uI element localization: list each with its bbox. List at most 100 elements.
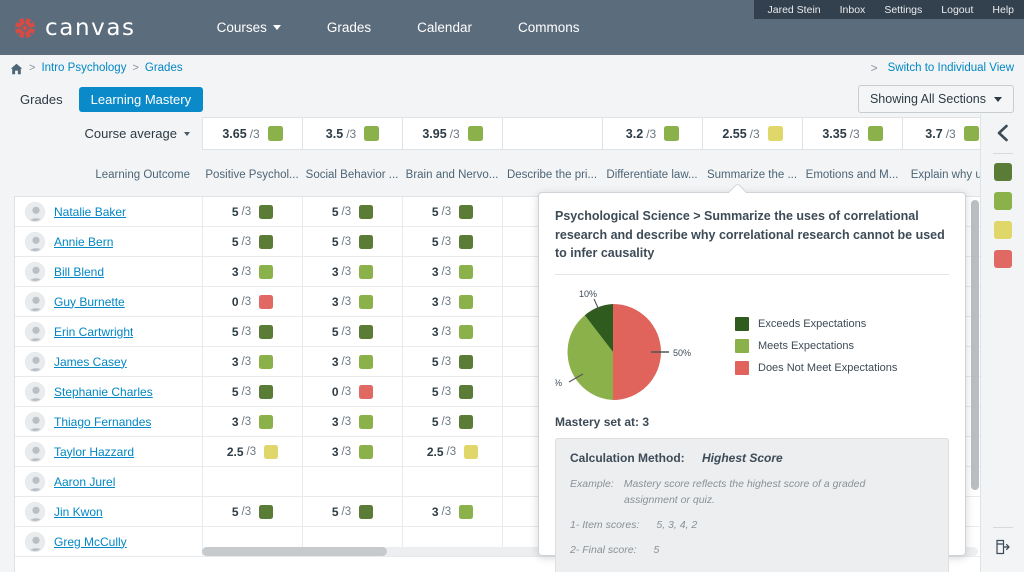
- legend-label: Does Not Meet Expectations: [758, 362, 897, 374]
- outcome-column-header[interactable]: Social Behavior ...: [302, 169, 402, 181]
- tab-grades[interactable]: Grades: [14, 88, 69, 111]
- breadcrumb-item-course[interactable]: Intro Psychology: [41, 62, 126, 74]
- tab-learning-mastery[interactable]: Learning Mastery: [79, 87, 203, 112]
- outcome-score-cell[interactable]: [203, 467, 303, 496]
- course-average-cell[interactable]: 3.2/3: [602, 117, 702, 150]
- horizontal-scrollbar-thumb[interactable]: [202, 547, 387, 556]
- outcome-column-header[interactable]: Differentiate law...: [602, 169, 702, 181]
- outcome-score-cell[interactable]: 3/3: [203, 347, 303, 376]
- outcome-score-cell[interactable]: 2.5/3: [403, 437, 503, 466]
- sections-button-label: Showing All Sections: [870, 92, 986, 106]
- course-average-cell[interactable]: 2.55/3: [702, 117, 802, 150]
- legend-swatch: [735, 339, 749, 353]
- help-link[interactable]: Help: [992, 4, 1014, 16]
- course-average-cell[interactable]: 3.35/3: [802, 117, 902, 150]
- outcome-score-cell[interactable]: 5/3: [203, 497, 303, 526]
- nav-calendar[interactable]: Calendar: [394, 20, 495, 35]
- outcome-score-cell[interactable]: 3/3: [303, 257, 403, 286]
- outcome-column-header[interactable]: Describe the pri...: [502, 169, 602, 181]
- student-name-link[interactable]: Greg McCully: [54, 535, 127, 549]
- pie-chart-svg: 10% 40% 50%: [555, 290, 731, 410]
- outcome-score-cell[interactable]: 0/3: [303, 377, 403, 406]
- outcome-score-cell[interactable]: 5/3: [403, 347, 503, 376]
- nav-commons[interactable]: Commons: [495, 20, 603, 35]
- student-name-cell: Greg McCully: [15, 527, 203, 556]
- pie-label-exceeds: 10%: [579, 290, 597, 299]
- outcome-score-cell[interactable]: 2.5/3: [203, 437, 303, 466]
- outcome-score-cell[interactable]: [403, 467, 503, 496]
- outcome-score-cell[interactable]: 5/3: [403, 377, 503, 406]
- outcome-score-cell[interactable]: 5/3: [303, 197, 403, 226]
- student-name-link[interactable]: Taylor Hazzard: [54, 445, 134, 459]
- course-average-cell[interactable]: 3.65/3: [202, 117, 302, 150]
- collapse-sidebar-button[interactable]: [989, 122, 1017, 148]
- chevron-down-icon: [273, 25, 281, 30]
- student-name-link[interactable]: James Casey: [54, 355, 127, 369]
- outcome-score-value: 5: [432, 235, 439, 249]
- outcome-score-cell[interactable]: 3/3: [403, 287, 503, 316]
- outcome-score-cell[interactable]: 5/3: [203, 317, 303, 346]
- showing-all-sections-button[interactable]: Showing All Sections: [858, 85, 1014, 113]
- student-name-link[interactable]: Bill Blend: [54, 265, 104, 279]
- outcome-score-cell[interactable]: 3/3: [203, 257, 303, 286]
- outcome-score-cell[interactable]: 5/3: [303, 317, 403, 346]
- home-icon[interactable]: [10, 62, 23, 74]
- inbox-link[interactable]: Inbox: [840, 4, 866, 16]
- outcome-column-header[interactable]: Summarize the ...: [702, 169, 802, 181]
- outcome-score-denominator: /3: [242, 416, 252, 428]
- student-name-link[interactable]: Annie Bern: [54, 235, 113, 249]
- nav-grades[interactable]: Grades: [304, 20, 394, 35]
- outcome-score-cell[interactable]: 5/3: [203, 197, 303, 226]
- outcome-score-cell[interactable]: 5/3: [403, 227, 503, 256]
- outcome-score-cell[interactable]: 3/3: [303, 287, 403, 316]
- outcome-results-chart: 10% 40% 50% Exceeds ExpectationsMeets Ex…: [555, 275, 949, 411]
- outcome-score-cell[interactable]: 3/3: [403, 317, 503, 346]
- student-name-link[interactable]: Guy Burnette: [54, 295, 125, 309]
- export-icon[interactable]: [995, 539, 1011, 560]
- outcome-score-cell[interactable]: 5/3: [203, 227, 303, 256]
- outcome-score-cell[interactable]: 0/3: [203, 287, 303, 316]
- outcome-score-cell[interactable]: 5/3: [403, 197, 503, 226]
- course-average-cell[interactable]: 3.95/3: [402, 117, 502, 150]
- student-name-link[interactable]: Natalie Baker: [54, 205, 126, 219]
- exceeds-swatch: [994, 163, 1012, 181]
- course-average-value: 3.7: [925, 127, 942, 141]
- outcome-score-cell[interactable]: 3/3: [403, 257, 503, 286]
- settings-link[interactable]: Settings: [884, 4, 922, 16]
- outcome-column-header[interactable]: Emotions and M...: [802, 169, 902, 181]
- student-name-cell: Aaron Jurel: [15, 467, 203, 496]
- outcome-score-cell[interactable]: 3/3: [203, 407, 303, 436]
- outcome-score-cell[interactable]: 3/3: [403, 497, 503, 526]
- student-name-link[interactable]: Stephanie Charles: [54, 385, 153, 399]
- legend-swatch: [735, 317, 749, 331]
- switch-to-individual-view-link[interactable]: Switch to Individual View: [888, 62, 1014, 74]
- user-name-link[interactable]: Jared Stein: [768, 4, 821, 16]
- nav-courses[interactable]: Courses: [194, 20, 304, 35]
- outcome-score-cell[interactable]: 5/3: [303, 497, 403, 526]
- outcome-score-cell[interactable]: 3/3: [303, 437, 403, 466]
- outcome-score-cell[interactable]: 3/3: [303, 407, 403, 436]
- student-name-link[interactable]: Jin Kwon: [54, 505, 103, 519]
- outcome-score-cell[interactable]: 3/3: [303, 347, 403, 376]
- course-average-cell[interactable]: [502, 117, 602, 150]
- mastery-swatch: [268, 126, 283, 141]
- student-name-link[interactable]: Aaron Jurel: [54, 475, 115, 489]
- course-average-label-cell[interactable]: Course average: [0, 117, 202, 150]
- outcome-score-cell[interactable]: 5/3: [203, 377, 303, 406]
- vertical-scrollbar[interactable]: [971, 200, 979, 490]
- breadcrumb-separator-1: >: [29, 62, 35, 74]
- canvas-logo[interactable]: canvas: [14, 15, 136, 41]
- outcome-score-denominator: /3: [242, 296, 252, 308]
- student-name-link[interactable]: Erin Cartwright: [54, 325, 133, 339]
- logout-link[interactable]: Logout: [941, 4, 973, 16]
- outcome-score-denominator: /3: [442, 206, 452, 218]
- student-name-link[interactable]: Thiago Fernandes: [54, 415, 151, 429]
- mastery-swatch: [459, 235, 473, 249]
- outcome-score-cell[interactable]: 5/3: [403, 407, 503, 436]
- outcome-score-cell[interactable]: 5/3: [303, 227, 403, 256]
- outcome-column-header[interactable]: Brain and Nervo...: [402, 169, 502, 181]
- breadcrumb-item-grades[interactable]: Grades: [145, 62, 183, 74]
- outcome-score-cell[interactable]: [303, 467, 403, 496]
- course-average-cell[interactable]: 3.5/3: [302, 117, 402, 150]
- outcome-column-header[interactable]: Positive Psychol...: [202, 169, 302, 181]
